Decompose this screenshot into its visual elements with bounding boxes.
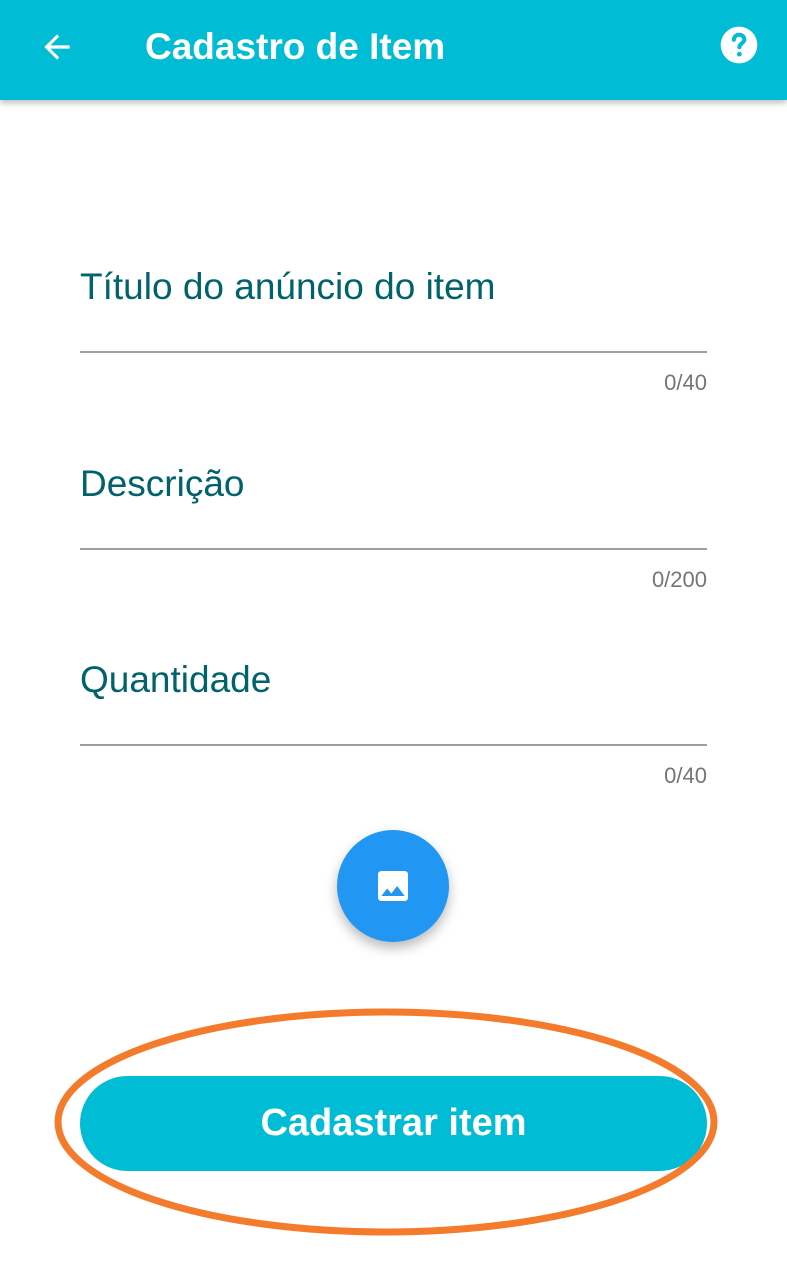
description-field-underline — [80, 548, 707, 550]
app-bar: Cadastro de Item — [0, 0, 787, 100]
description-field[interactable]: Descrição 0/200 — [80, 457, 707, 597]
quantity-field[interactable]: Quantidade 0/40 — [80, 653, 707, 793]
add-image-button[interactable] — [337, 830, 449, 942]
title-field-counter: 0/40 — [664, 370, 707, 395]
page-title: Cadastro de Item — [145, 26, 446, 67]
help-button[interactable] — [716, 22, 762, 68]
title-field-underline — [80, 351, 707, 353]
quantity-field-counter: 0/40 — [664, 763, 707, 788]
title-field-label: Título do anúncio do item — [80, 266, 496, 307]
help-circle-icon — [720, 26, 758, 64]
quantity-field-label: Quantidade — [80, 659, 272, 700]
arrow-left-icon — [44, 34, 70, 60]
quantity-field-underline — [80, 744, 707, 746]
title-field[interactable]: Título do anúncio do item 0/40 — [80, 260, 707, 400]
image-icon — [378, 871, 408, 901]
submit-item-button[interactable]: Cadastrar item — [80, 1076, 707, 1171]
description-field-label: Descrição — [80, 463, 245, 504]
back-button[interactable] — [30, 22, 84, 72]
description-field-counter: 0/200 — [651, 567, 707, 592]
